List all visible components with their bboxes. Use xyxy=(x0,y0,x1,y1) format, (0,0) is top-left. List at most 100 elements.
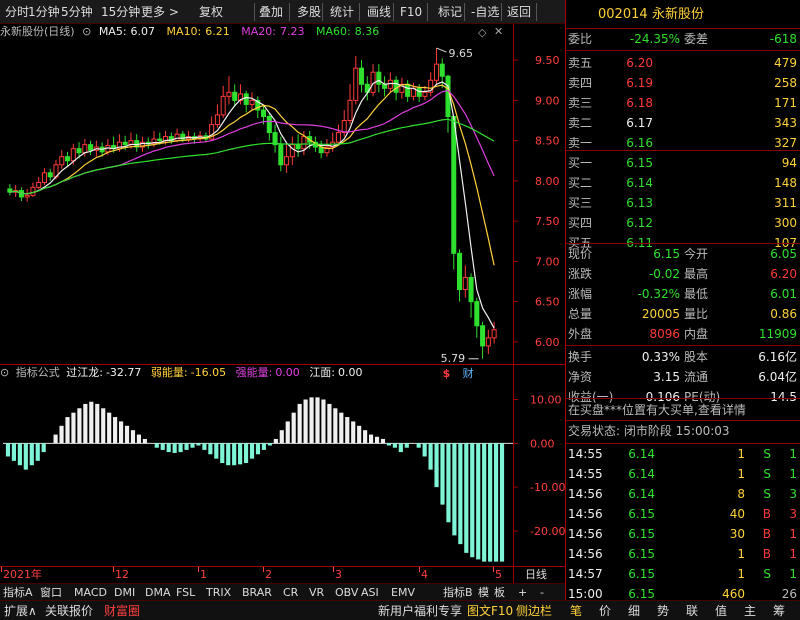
candle xyxy=(249,92,255,111)
big-order-notice: 在买盘***位置有大买单,查看详情 xyxy=(568,403,746,417)
ask-label: 卖五 xyxy=(568,56,593,70)
trade-price: 6.15 xyxy=(628,507,655,521)
tab-7[interactable]: BRAR xyxy=(242,585,272,600)
candle xyxy=(480,321,486,359)
tab-13[interactable]: 指标B xyxy=(443,585,473,600)
tab-11[interactable]: ASI xyxy=(361,585,379,600)
tab-6[interactable]: TRIX xyxy=(206,585,231,600)
stock-title: 永新股份(日线) xyxy=(0,25,75,38)
trade-side: B xyxy=(762,527,771,541)
bottom-left-2[interactable]: 财富圈 xyxy=(104,602,140,620)
diamond-icon[interactable]: ◇ xyxy=(478,26,486,39)
tab-10[interactable]: OBV xyxy=(335,585,358,600)
stat-value: 0.86 xyxy=(770,307,797,321)
close-icon[interactable]: ✕ xyxy=(494,25,503,38)
stat-value: 6.05 xyxy=(770,247,797,261)
stat-label: 总量 xyxy=(568,307,593,321)
bottom-right-7[interactable]: 筹 xyxy=(773,602,785,620)
ma5-label: MA5: xyxy=(98,25,127,38)
stat-label: 涨跌 xyxy=(568,267,593,281)
ma5-line xyxy=(9,79,495,329)
ask-price: 6.20 xyxy=(626,56,653,70)
stat-value: -0.02 xyxy=(648,267,680,281)
bottom-left-0[interactable]: 扩展∧ xyxy=(4,602,37,620)
price-tick: 8.50 xyxy=(535,135,560,148)
candle xyxy=(376,64,382,93)
bottom-right-0[interactable]: 笔 xyxy=(570,602,582,620)
candle xyxy=(353,56,359,105)
stat-row: 总量 20005 量比 0.86 xyxy=(566,304,800,324)
bottom-left-1[interactable]: 关联报价 xyxy=(45,602,93,620)
tab-2[interactable]: MACD xyxy=(74,585,107,600)
trade-vol: 8 xyxy=(737,487,745,501)
trade-row: 14:56 6.15 1 B 1 xyxy=(566,544,800,564)
ma10-label: MA10: xyxy=(166,25,202,38)
tab-15[interactable]: 板 xyxy=(494,585,505,600)
candlestick-group xyxy=(7,48,497,359)
tab-9[interactable]: VR xyxy=(309,585,324,600)
candle xyxy=(59,150,65,169)
candle xyxy=(347,84,353,125)
bottom-right-4[interactable]: 联 xyxy=(686,602,698,620)
tab-16[interactable]: + xyxy=(518,585,527,600)
stat-value: 6.15 xyxy=(653,247,680,261)
indicator-name[interactable]: 指标公式 xyxy=(16,366,60,379)
period-label[interactable]: 日线 xyxy=(525,567,547,583)
price-tick: 7.00 xyxy=(535,255,560,268)
status-bar: 扩展∧ 关联报价 财富圈 新用户福利专享 图文F10 侧边栏笔价细势联值主筹 xyxy=(0,600,800,620)
indicator-tick: -10.00 xyxy=(530,481,565,494)
indicator-tick: -20.00 xyxy=(530,525,565,538)
stat-label: 换手 xyxy=(568,350,593,364)
bid-row: 买三 6.13 311 xyxy=(566,193,800,213)
stat-label: 外盘 xyxy=(568,327,593,341)
tab-1[interactable]: 窗口 xyxy=(40,585,62,600)
bottom-right-3[interactable]: 势 xyxy=(657,602,669,620)
ask-label: 卖三 xyxy=(568,96,593,110)
x-label: 12 xyxy=(115,568,129,581)
tab-0[interactable]: 指标A xyxy=(3,585,33,600)
notice-row[interactable]: 在买盘***位置有大买单,查看详情 xyxy=(566,400,800,420)
stat-value: 20005 xyxy=(641,307,680,321)
tab-17[interactable]: - xyxy=(540,585,544,600)
tab-4[interactable]: DMA xyxy=(145,585,171,600)
bottom-mid2[interactable]: 图文F10 xyxy=(467,602,513,620)
ask-price: 6.18 xyxy=(626,96,653,110)
candle xyxy=(30,182,36,197)
trade-status: 交易状态: 闭市阶段 15:00:03 xyxy=(568,424,730,438)
trade-price: 6.14 xyxy=(628,487,655,501)
bottom-mid3[interactable]: 侧边栏 xyxy=(516,602,552,620)
bid-vol: 300 xyxy=(774,216,797,230)
trade-row: 14:55 6.14 1 S 1 xyxy=(566,464,800,484)
trade-price: 6.15 xyxy=(628,527,655,541)
tab-3[interactable]: DMI xyxy=(114,585,135,600)
candle xyxy=(462,265,468,298)
bottom-right-6[interactable]: 主 xyxy=(744,602,756,620)
chart-header: 永新股份(日线) ⊙ MA5: 6.07 MA10: 6.21 MA20: 7.23 … xyxy=(0,24,515,40)
tab-8[interactable]: CR xyxy=(283,585,298,600)
weicha-value: -618 xyxy=(769,32,797,46)
tab-5[interactable]: FSL xyxy=(176,585,195,600)
bottom-mid[interactable]: 新用户福利专享 xyxy=(378,602,462,620)
webi-label: 委比 xyxy=(568,32,593,46)
stat-value: 6.20 xyxy=(770,267,797,281)
bottom-right-5[interactable]: 值 xyxy=(715,602,727,620)
indicator-tabs: 指标A 窗口 MACD DMI DMA FSL TRIX BRAR CR VR OBV ASI EMV 指… xyxy=(0,583,565,600)
ask-label: 卖四 xyxy=(568,76,593,90)
candle xyxy=(318,140,324,159)
settings-icon[interactable]: ⊙ xyxy=(0,366,9,379)
stat2-row: 换手 0.33% 股本 6.16亿 xyxy=(566,347,800,367)
trade-row: 14:55 6.14 1 S 1 xyxy=(566,444,800,464)
candle xyxy=(243,90,249,113)
dropdown-icon[interactable]: ⊙ xyxy=(82,25,91,38)
tab-14[interactable]: 模 xyxy=(478,585,489,600)
bottom-right-1[interactable]: 价 xyxy=(599,602,611,620)
tab-12[interactable]: EMV xyxy=(391,585,415,600)
bid-label: 买一 xyxy=(568,156,593,170)
candle xyxy=(36,176,42,189)
trade-time: 14:56 xyxy=(568,487,603,501)
trade-row: 14:56 6.15 40 B 3 xyxy=(566,504,800,524)
bottom-right-2[interactable]: 细 xyxy=(628,602,640,620)
candle xyxy=(284,144,290,173)
trade-price: 6.15 xyxy=(628,547,655,561)
chart-area[interactable]: 9.509.008.508.007.507.006.506.00 10.000.… xyxy=(0,0,565,600)
